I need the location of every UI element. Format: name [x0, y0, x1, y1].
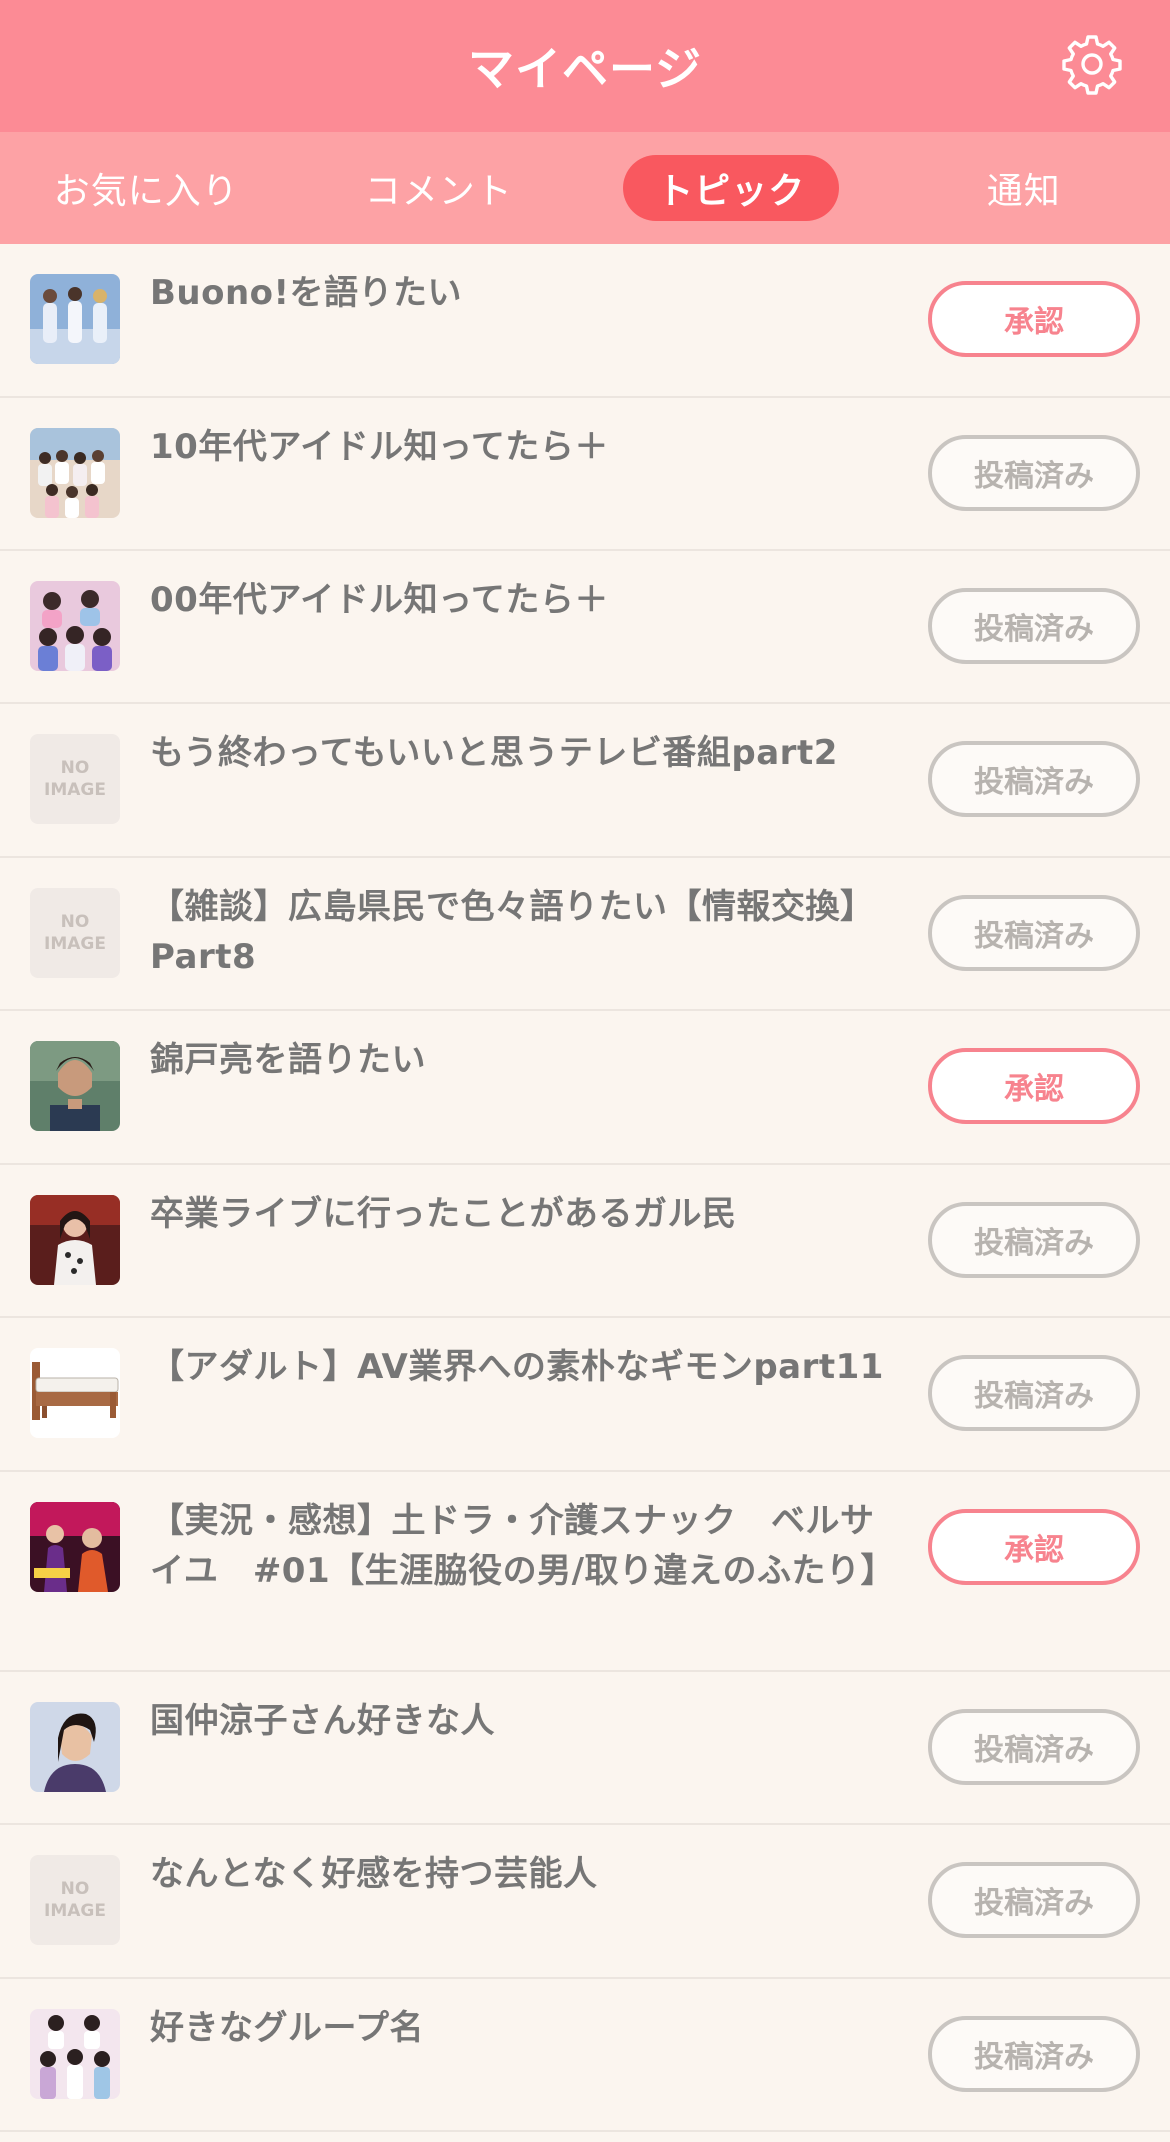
tab-notifications[interactable]: 通知 [878, 132, 1170, 244]
topic-thumbnail [30, 1702, 120, 1792]
topic-title: 卒業ライブに行ったことがあるガル民 [150, 1194, 737, 1234]
topic-row[interactable]: 【実況・感想】土ドラ・介護スナック ベルサイユ #01【生涯脇役の男/取り違えの… [0, 1472, 1170, 1672]
topic-thumbnail [30, 428, 120, 518]
tab-label: コメント [364, 171, 513, 212]
tab-label: トピック [623, 155, 840, 221]
topic-row[interactable]: 00年代アイドル知ってたら＋ 投稿済み [0, 551, 1170, 704]
posted-button[interactable]: 投稿済み [928, 741, 1140, 817]
posted-button[interactable]: 投稿済み [928, 1709, 1140, 1785]
tab-label: 通知 [986, 171, 1061, 212]
topic-title: なんとなく好感を持つ芸能人 [150, 1854, 598, 1894]
settings-button[interactable] [1060, 34, 1124, 98]
no-image-placeholder: NO IMAGE [30, 1855, 120, 1945]
tab-comments[interactable]: コメント [293, 132, 586, 244]
no-image-placeholder: NO IMAGE [30, 734, 120, 824]
topic-row[interactable]: 錦戸亮を語りたい 承認 [0, 1011, 1170, 1165]
topic-thumbnail [30, 1502, 120, 1592]
posted-button[interactable]: 投稿済み [928, 588, 1140, 664]
posted-button[interactable]: 投稿済み [928, 1862, 1140, 1938]
topic-title: 好きなグループ名 [150, 2008, 424, 2048]
posted-button[interactable]: 投稿済み [928, 895, 1140, 971]
approve-button[interactable]: 承認 [928, 1509, 1140, 1585]
topic-row[interactable]: 【アダルト】AV業界への素朴なギモンpart11 投稿済み [0, 1318, 1170, 1472]
topic-title: 【アダルト】AV業界への素朴なギモンpart11 [150, 1347, 884, 1387]
topic-row[interactable]: NO IMAGE なんとなく好感を持つ芸能人 投稿済み [0, 1825, 1170, 1979]
posted-button[interactable]: 投稿済み [928, 435, 1140, 511]
topic-title: もう終わってもいいと思うテレビ番組part2 [150, 733, 838, 773]
topic-title: 【雑談】広島県民で色々語りたい【情報交換】Part8 [150, 887, 875, 977]
topic-row[interactable]: 卒業ライブに行ったことがあるガル民 投稿済み [0, 1165, 1170, 1318]
topic-thumbnail [30, 1195, 120, 1285]
posted-button[interactable]: 投稿済み [928, 1355, 1140, 1431]
posted-button[interactable]: 投稿済み [928, 1202, 1140, 1278]
topic-thumbnail [30, 1348, 120, 1438]
posted-button[interactable]: 投稿済み [928, 2016, 1140, 2092]
topic-title: Buono!を語りたい [150, 273, 463, 313]
topic-row[interactable]: NO IMAGE 【雑談】広島県民で色々語りたい【情報交換】Part8 投稿済み [0, 858, 1170, 1011]
topic-row[interactable]: 好きなグループ名 投稿済み [0, 1979, 1170, 2132]
topic-row[interactable]: NO IMAGE もう終わってもいいと思うテレビ番組part2 投稿済み [0, 704, 1170, 858]
topic-row[interactable]: 国仲涼子さん好きな人 投稿済み [0, 1672, 1170, 1825]
topic-list: Buono!を語りたい 承認 10年代アイドル知ってたら＋ 投稿済み 00年代ア… [0, 244, 1170, 2132]
topic-thumbnail [30, 581, 120, 671]
tab-topics[interactable]: トピック [585, 132, 878, 244]
topic-title: 00年代アイドル知ってたら＋ [150, 580, 609, 620]
topic-row[interactable]: Buono!を語りたい 承認 [0, 244, 1170, 398]
tab-bar: お気に入り コメント トピック 通知 [0, 132, 1170, 244]
header: マイページ [0, 0, 1170, 132]
page-title: マイページ [467, 42, 703, 96]
topic-row[interactable]: 10年代アイドル知ってたら＋ 投稿済み [0, 398, 1170, 551]
topic-title: 10年代アイドル知ってたら＋ [150, 427, 609, 467]
my-page-screen: マイページ お気に入り コメント トピック 通知 Buono!を語りたい 承認 … [0, 0, 1170, 2142]
gear-icon [1061, 33, 1123, 99]
topic-title: 国仲涼子さん好きな人 [150, 1701, 495, 1741]
topic-thumbnail [30, 274, 120, 364]
topic-thumbnail [30, 1041, 120, 1131]
tab-favorites[interactable]: お気に入り [0, 132, 293, 244]
tab-label: お気に入り [53, 171, 239, 212]
approve-button[interactable]: 承認 [928, 1048, 1140, 1124]
no-image-placeholder: NO IMAGE [30, 888, 120, 978]
approve-button[interactable]: 承認 [928, 281, 1140, 357]
topic-title: 錦戸亮を語りたい [150, 1040, 426, 1080]
topic-thumbnail [30, 2009, 120, 2099]
topic-title: 【実況・感想】土ドラ・介護スナック ベルサイユ #01【生涯脇役の男/取り違えの… [150, 1501, 896, 1591]
